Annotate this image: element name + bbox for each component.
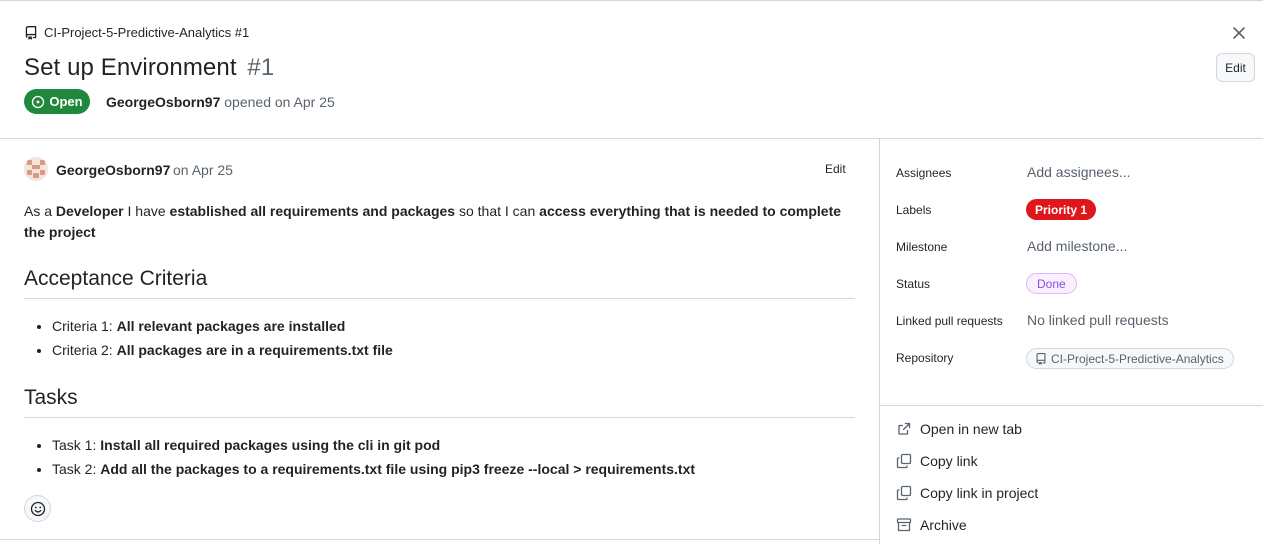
list-item-text: Install all required packages using the … — [100, 437, 441, 453]
add-assignees-button[interactable]: Add assignees... — [1027, 164, 1131, 180]
repo-icon — [24, 25, 38, 40]
copy-link-button[interactable]: Copy link — [896, 453, 978, 469]
edit-title-button[interactable]: Edit — [1216, 53, 1255, 82]
heading-rule — [24, 417, 855, 418]
close-icon — [1233, 27, 1245, 39]
issue-open-icon — [31, 95, 45, 109]
copy-icon — [896, 485, 912, 501]
archive-label: Archive — [920, 517, 967, 533]
open-in-new-tab-label: Open in new tab — [920, 421, 1022, 437]
header-divider — [0, 138, 1263, 139]
list-item: Task 2: Add all the packages to a requir… — [52, 457, 695, 481]
status-done-pill[interactable]: Done — [1026, 273, 1077, 294]
tasks-list: Task 1: Install all required packages us… — [52, 433, 695, 481]
copy-icon — [896, 453, 912, 469]
heading-rule — [24, 298, 855, 299]
open-in-new-tab-button[interactable]: Open in new tab — [896, 421, 1022, 437]
sidebar-divider — [879, 139, 880, 544]
smiley-icon — [30, 501, 46, 517]
tasks-heading: Tasks — [24, 386, 78, 409]
body-bold-segment: Developer — [55, 203, 124, 219]
issue-number: #1 — [247, 54, 275, 81]
label-priority-1[interactable]: Priority 1 — [1026, 199, 1097, 220]
archive-button[interactable]: Archive — [896, 517, 967, 533]
milestone-label: Milestone — [896, 240, 948, 254]
close-button[interactable] — [1230, 24, 1248, 42]
comment-body: As a Developer I have established all re… — [24, 201, 844, 243]
repo-breadcrumb[interactable]: CI-Project-5-Predictive-Analytics #1 — [24, 25, 249, 40]
avatar[interactable] — [24, 157, 48, 181]
list-item-prefix: Criteria 1: — [52, 318, 117, 334]
issue-author-link[interactable]: GeorgeOsborn97 — [106, 94, 220, 110]
list-item: Criteria 2: All packages are in a requir… — [52, 338, 393, 362]
edit-comment-button[interactable]: Edit — [825, 162, 846, 176]
body-text-segment: As a — [24, 203, 56, 219]
status-badge: Open — [24, 89, 90, 114]
linked-pull-requests-label: Linked pull requests — [896, 314, 1003, 328]
issue-title: Set up Environment #1 — [24, 54, 274, 82]
repo-icon — [1035, 352, 1047, 365]
body-bold-segment: established all requirements and package… — [169, 203, 456, 219]
repository-label: Repository — [896, 351, 954, 365]
list-item-text: Add all the packages to a requirements.t… — [100, 461, 696, 477]
list-item: Criteria 1: All relevant packages are in… — [52, 314, 393, 338]
list-item-prefix: Criteria 2: — [52, 342, 117, 358]
body-text-segment: I have — [123, 203, 170, 219]
list-item-prefix: Task 2: — [52, 461, 101, 477]
comment-author[interactable]: GeorgeOsborn97 — [56, 162, 170, 178]
comment-date[interactable]: on Apr 25 — [173, 162, 233, 178]
issue-meta: GeorgeOsborn97 opened on Apr 25 — [106, 94, 335, 110]
criteria-list: Criteria 1: All relevant packages are in… — [52, 314, 393, 362]
assignees-label: Assignees — [896, 166, 952, 180]
list-item-text: All relevant packages are installed — [116, 318, 346, 334]
copy-link-in-project-button[interactable]: Copy link in project — [896, 485, 1038, 501]
add-reaction-button[interactable] — [24, 495, 51, 522]
sidebar-actions-divider — [880, 405, 1263, 406]
list-item: Task 1: Install all required packages us… — [52, 433, 695, 457]
linked-pull-requests-value: No linked pull requests — [1027, 312, 1169, 328]
top-border — [0, 0, 1263, 1]
list-item-text: All packages are in a requirements.txt f… — [116, 342, 393, 358]
status-label: Status — [896, 277, 931, 291]
acceptance-criteria-heading: Acceptance Criteria — [24, 267, 208, 290]
add-milestone-button[interactable]: Add milestone... — [1027, 238, 1127, 254]
repository-name: CI-Project-5-Predictive-Analytics — [1051, 351, 1224, 366]
comment-bottom-rule — [0, 539, 879, 540]
archive-icon — [896, 517, 912, 533]
copy-link-label: Copy link — [920, 453, 978, 469]
repo-name[interactable]: CI-Project-5-Predictive-Analytics #1 — [44, 25, 249, 40]
labels-label: Labels — [896, 203, 932, 217]
body-text-segment: so that I can — [455, 203, 540, 219]
link-external-icon — [896, 421, 912, 437]
list-item-prefix: Task 1: — [52, 437, 101, 453]
opened-text: opened on Apr 25 — [224, 94, 335, 110]
copy-link-in-project-label: Copy link in project — [920, 485, 1039, 501]
repository-pill[interactable]: CI-Project-5-Predictive-Analytics — [1026, 348, 1234, 369]
status-badge-label: Open — [49, 94, 83, 109]
issue-title-text: Set up Environment — [24, 54, 237, 81]
